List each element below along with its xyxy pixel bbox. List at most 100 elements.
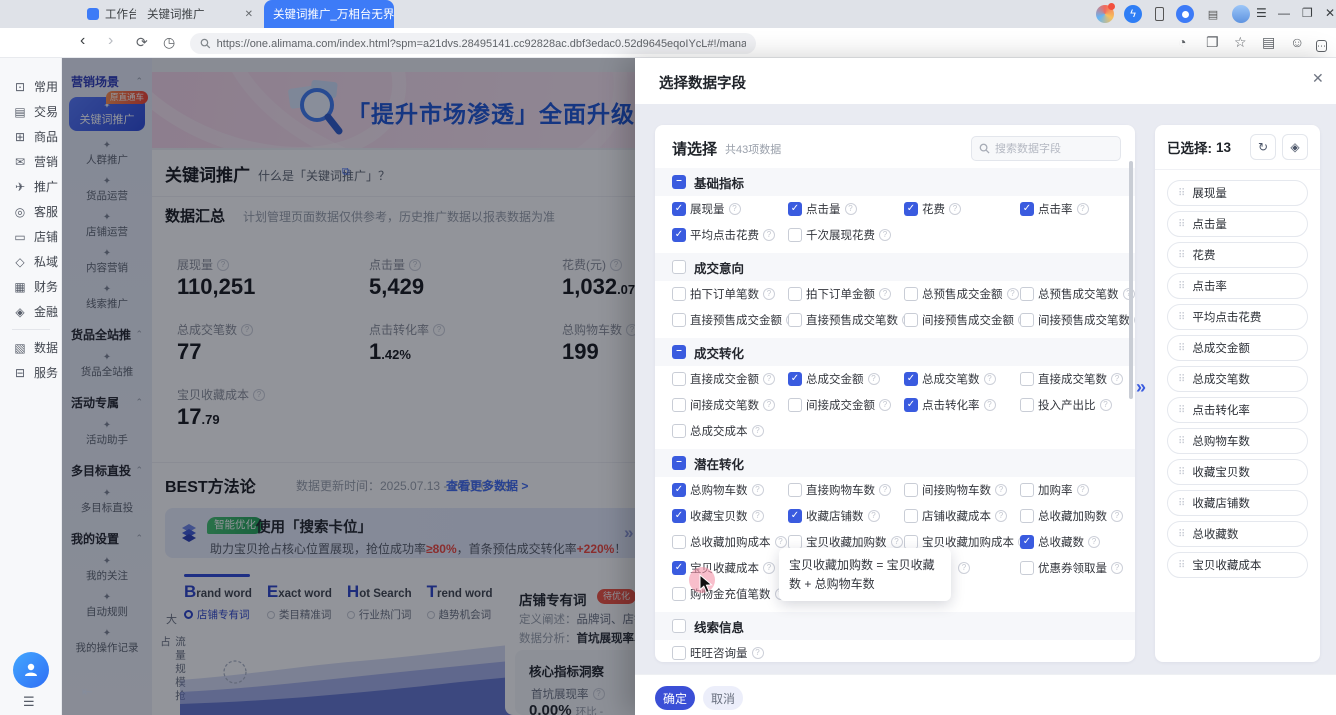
field-option[interactable]: 间接成交笔数? xyxy=(672,392,788,418)
field-option[interactable]: 投入产出比? xyxy=(1020,392,1135,418)
field-checkbox[interactable]: ✓ xyxy=(672,483,686,497)
field-option[interactable]: 总收藏加购成本? xyxy=(672,529,788,555)
back-button[interactable]: ‹ xyxy=(80,32,85,50)
field-checkbox[interactable]: ✓ xyxy=(904,398,918,412)
field-checkbox[interactable]: ✓ xyxy=(1020,535,1034,549)
phone-icon[interactable] xyxy=(1150,5,1168,23)
drag-handle-icon[interactable]: ⠿ xyxy=(1178,405,1185,416)
field-option[interactable]: 间接预售成交金额? xyxy=(904,307,1020,333)
field-checkbox[interactable] xyxy=(672,587,686,601)
sidebar-item-customer-service[interactable]: ◎客服 xyxy=(0,199,62,224)
reload-button[interactable]: ⟳ xyxy=(136,34,148,51)
performance-icon[interactable]: ◔ xyxy=(1178,34,1186,50)
sidebar-item-common[interactable]: ⊡常用 xyxy=(0,74,62,99)
field-option[interactable]: ✓收藏店铺数? xyxy=(788,503,904,529)
field-checkbox[interactable] xyxy=(1020,313,1034,327)
shell-menu-icon[interactable]: ☰ xyxy=(23,694,35,710)
sidebar-item-shop[interactable]: ▭店铺 xyxy=(0,224,62,249)
section-checkbox[interactable]: – xyxy=(672,456,686,470)
section-checkbox[interactable]: – xyxy=(672,345,686,359)
drag-handle-icon[interactable]: ⠿ xyxy=(1178,529,1185,540)
field-checkbox[interactable] xyxy=(788,287,802,301)
field-checkbox[interactable] xyxy=(788,398,802,412)
field-option[interactable]: ✓点击转化率? xyxy=(904,392,1020,418)
window-close-button[interactable]: ✕ xyxy=(1325,6,1335,20)
field-option[interactable]: 间接成交金额? xyxy=(788,392,904,418)
chat-icon[interactable]: ⋯ xyxy=(1316,36,1327,52)
selected-field-pill[interactable]: ⠿总购物车数 xyxy=(1167,428,1308,454)
field-option[interactable]: 拍下订单金额? xyxy=(788,281,904,307)
drag-handle-icon[interactable]: ⠿ xyxy=(1178,281,1185,292)
field-checkbox[interactable]: ✓ xyxy=(904,202,918,216)
drag-handle-icon[interactable]: ⠿ xyxy=(1178,436,1185,447)
note-icon[interactable]: ▤ xyxy=(1204,5,1222,23)
field-option[interactable]: 直接预售成交金额? xyxy=(672,307,788,333)
field-checkbox[interactable]: ✓ xyxy=(1020,202,1034,216)
selected-field-pill[interactable]: ⠿宝贝收藏成本 xyxy=(1167,552,1308,578)
field-option[interactable]: 总成交成本? xyxy=(672,418,788,444)
field-checkbox[interactable] xyxy=(672,424,686,438)
field-checkbox[interactable] xyxy=(904,313,918,327)
feedback-icon[interactable]: ☺ xyxy=(1290,34,1304,50)
drag-handle-icon[interactable]: ⠿ xyxy=(1178,374,1185,385)
drag-handle-icon[interactable]: ⠿ xyxy=(1178,219,1185,230)
browser-tab[interactable]: 关键词推广_万相台无界版✕ xyxy=(264,0,394,28)
sidebar-item-finance[interactable]: ▦财务 xyxy=(0,274,62,299)
drag-handle-icon[interactable]: ⠿ xyxy=(1178,250,1185,261)
drag-handle-icon[interactable]: ⠿ xyxy=(1178,498,1185,509)
field-option[interactable]: 直接购物车数? xyxy=(788,477,904,503)
field-option[interactable]: 店铺收藏成本? xyxy=(904,503,1020,529)
confirm-button[interactable]: 确定 xyxy=(655,686,695,710)
selected-field-pill[interactable]: ⠿收藏店铺数 xyxy=(1167,490,1308,516)
extension-cam-icon[interactable] xyxy=(1176,5,1194,23)
sidebar-collapse-icon[interactable]: ⇤ xyxy=(82,684,93,700)
selected-field-pill[interactable]: ⠿花费 xyxy=(1167,242,1308,268)
selected-field-pill[interactable]: ⠿展现量 xyxy=(1167,180,1308,206)
field-checkbox[interactable]: ✓ xyxy=(672,561,686,575)
field-checkbox[interactable] xyxy=(672,372,686,386)
save-preset-button[interactable]: ◈ xyxy=(1282,134,1308,160)
selected-field-pill[interactable]: ⠿总成交金额 xyxy=(1167,335,1308,361)
sidebar-item-trade[interactable]: ▤交易 xyxy=(0,99,62,124)
drag-handle-icon[interactable]: ⠿ xyxy=(1178,560,1185,571)
field-option[interactable]: ✓点击量? xyxy=(788,196,904,222)
field-checkbox[interactable] xyxy=(788,228,802,242)
sidebar-item-banking[interactable]: ◈金融 xyxy=(0,299,62,324)
drag-handle-icon[interactable]: ⠿ xyxy=(1178,188,1185,199)
field-checkbox[interactable] xyxy=(904,509,918,523)
field-checkbox[interactable] xyxy=(904,535,918,549)
scrollbar-thumb[interactable] xyxy=(1129,161,1133,399)
field-search-box[interactable] xyxy=(971,136,1121,161)
selected-field-pill[interactable]: ⠿点击率 xyxy=(1167,273,1308,299)
field-option[interactable]: 旺旺咨询量? xyxy=(672,640,788,662)
field-checkbox[interactable]: ✓ xyxy=(788,202,802,216)
history-button[interactable]: ◷ xyxy=(163,34,175,51)
field-checkbox[interactable] xyxy=(788,483,802,497)
assistant-icon[interactable] xyxy=(13,652,49,688)
section-checkbox[interactable]: – xyxy=(672,175,686,189)
field-option[interactable]: 拍下订单笔数? xyxy=(672,281,788,307)
field-checkbox[interactable] xyxy=(672,287,686,301)
field-checkbox[interactable] xyxy=(1020,287,1034,301)
selected-field-pill[interactable]: ⠿点击转化率 xyxy=(1167,397,1308,423)
extension-bolt-icon[interactable]: ϟ xyxy=(1124,5,1142,23)
field-option[interactable]: 千次展现花费? xyxy=(788,222,904,248)
field-option[interactable]: ✓花费? xyxy=(904,196,1020,222)
reading-list-icon[interactable]: ▤ xyxy=(1262,34,1275,51)
tabs-icon[interactable]: ❐ xyxy=(1206,34,1219,51)
field-option[interactable]: 间接预售成交笔数? xyxy=(1020,307,1135,333)
field-checkbox[interactable] xyxy=(904,287,918,301)
section-checkbox[interactable] xyxy=(672,260,686,274)
field-option[interactable]: ✓展现量? xyxy=(672,196,788,222)
browser-tab[interactable]: 关键词推广✕ xyxy=(138,0,262,28)
field-option[interactable]: 总预售成交金额? xyxy=(904,281,1020,307)
expand-panel-icon[interactable]: » xyxy=(1136,377,1146,398)
browser-tab[interactable]: 工作台 xyxy=(78,0,136,28)
field-option[interactable]: 间接购物车数? xyxy=(904,477,1020,503)
field-option[interactable]: ✓点击率? xyxy=(1020,196,1135,222)
field-option[interactable]: ✓平均点击花费? xyxy=(672,222,788,248)
field-section-header[interactable]: 线索信息 xyxy=(655,612,1135,640)
field-checkbox[interactable]: ✓ xyxy=(672,202,686,216)
minimize-button[interactable]: — xyxy=(1278,6,1290,20)
selected-field-pill[interactable]: ⠿收藏宝贝数 xyxy=(1167,459,1308,485)
